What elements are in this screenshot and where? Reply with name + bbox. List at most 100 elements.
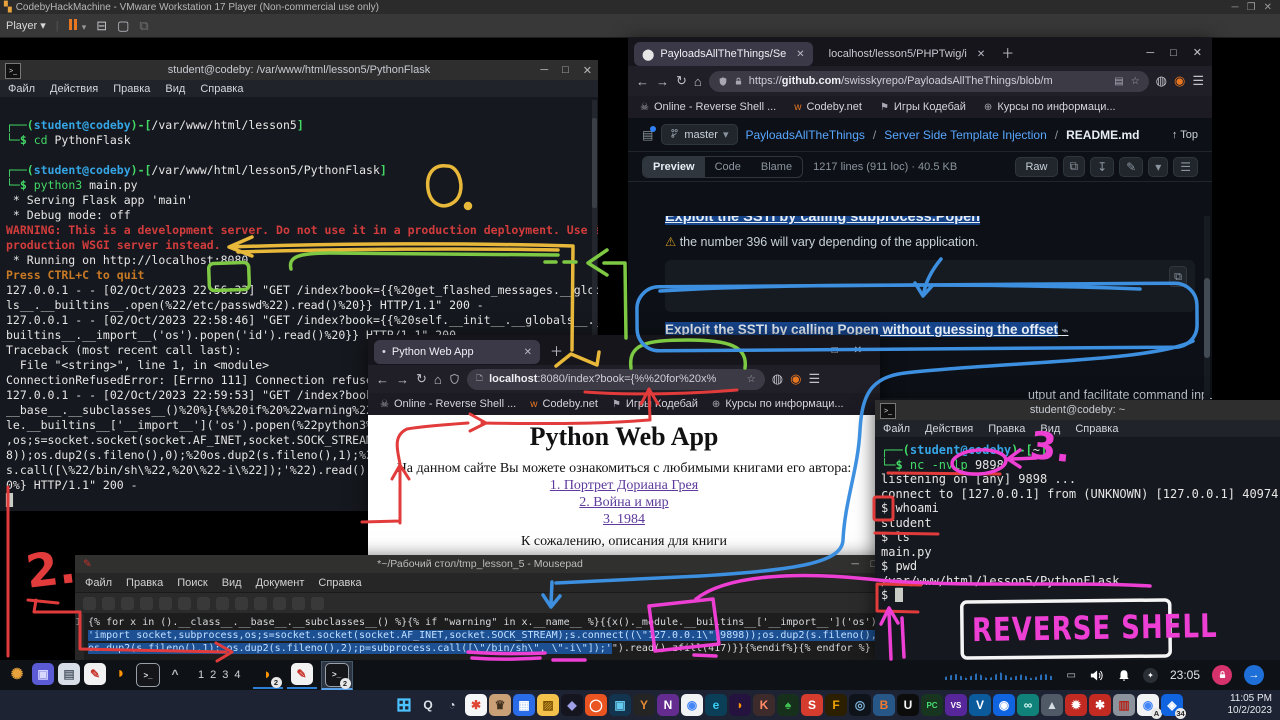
kali-menu-icon[interactable]: ✺ <box>6 663 28 685</box>
remote-desktop-icon[interactable]: ▥ <box>1113 694 1135 716</box>
reload-icon[interactable]: ↻ <box>416 371 427 387</box>
minimize-button[interactable]: ─ <box>540 64 548 76</box>
reader-view-icon[interactable]: ▤ <box>1114 76 1123 87</box>
color-wheel-icon[interactable]: ✱ <box>465 694 487 716</box>
lens-icon[interactable]: ◎ <box>849 694 871 716</box>
metasploit-icon[interactable]: ✹ <box>1065 694 1087 716</box>
terminal2-menu-4[interactable]: Справка <box>1075 423 1118 435</box>
visual-studio-icon[interactable]: VS <box>945 694 967 716</box>
terminal2-menu-2[interactable]: Правка <box>988 423 1025 435</box>
edit-pencil-icon[interactable]: ✎ <box>1119 157 1143 177</box>
breadcrumb-repo[interactable]: PayloadsAllTheThings <box>746 128 865 142</box>
search-icon[interactable] <box>273 597 286 610</box>
url-bar[interactable]: https://github.com/swisskyrepo/PayloadsA… <box>709 71 1149 92</box>
forward-icon[interactable]: → <box>396 372 409 387</box>
minimize-button[interactable]: ─ <box>852 558 859 570</box>
search-icon[interactable]: Q <box>417 694 439 716</box>
account-icon[interactable]: ◉ <box>790 371 801 387</box>
book-link-0[interactable]: 1. Портрет Дориана Грея <box>368 477 880 494</box>
goto-icon[interactable] <box>311 597 324 610</box>
bookmark-courses[interactable]: ⊕Курсы по информаци... <box>984 101 1116 113</box>
terminal1-titlebar[interactable]: >_ student@codeby: /var/www/html/lesson5… <box>0 60 598 80</box>
book-link-2[interactable]: 3. 1984 <box>368 511 880 528</box>
maximize-button[interactable]: □ <box>1170 47 1177 59</box>
terminal2-menu-0[interactable]: Файл <box>883 423 910 435</box>
tab-payloadsallthethings[interactable]: ⬤ PayloadsAllTheThings/Se ✕ <box>634 42 813 66</box>
flow-icon[interactable]: Y <box>633 694 655 716</box>
minimize-button[interactable]: ─ <box>808 345 815 356</box>
terminal2-menu-3[interactable]: Вид <box>1040 423 1060 435</box>
new-tab-button[interactable]: ＋ <box>1001 43 1014 62</box>
tab-close-icon[interactable]: ✕ <box>796 49 804 60</box>
mousepad-code[interactable]: {% for x in ().__class__.__base__.__subc… <box>84 614 885 662</box>
tracker-icon[interactable]: ◈34 <box>1161 694 1183 716</box>
open-icon[interactable] <box>102 597 115 610</box>
book-link-1[interactable]: 2. Война и мир <box>368 494 880 511</box>
github-scrollbar[interactable] <box>1204 216 1210 400</box>
account-icon[interactable]: ◉ <box>1174 73 1185 89</box>
mousepad-editor[interactable]: 1 {% for x in ().__class__.__base__.__su… <box>75 614 885 662</box>
tab-code[interactable]: Code <box>705 157 751 177</box>
mousepad-menu-3[interactable]: Вид <box>222 577 242 589</box>
replace-icon[interactable] <box>292 597 305 610</box>
close-icon[interactable] <box>159 597 172 610</box>
mousepad-menu-4[interactable]: Документ <box>256 577 305 589</box>
vscode-icon[interactable]: V <box>969 694 991 716</box>
vmware-minimize-button[interactable]: ─ <box>1232 2 1239 13</box>
firefox-icon[interactable]: ◗ <box>110 663 132 685</box>
bookmark-star-icon[interactable]: ☆ <box>1131 76 1140 87</box>
mousepad-titlebar[interactable]: ✎ *~/Рабочий стол/tmp_lesson_5 - Mousepa… <box>75 555 885 573</box>
more-options-icon[interactable]: ▾ <box>1148 157 1168 177</box>
workspace-1[interactable]: 2 <box>210 669 216 681</box>
home-icon[interactable]: ⌂ <box>434 372 442 387</box>
menu-icon[interactable]: ☰ <box>1192 73 1204 89</box>
power-manager-icon[interactable]: ✦ <box>1143 668 1158 683</box>
taskbar-mousepad-button[interactable]: ✎ <box>287 661 317 689</box>
portrait-icon[interactable]: ♛ <box>489 694 511 716</box>
bookmark-reverse-shell[interactable]: ☠Online - Reverse Shell ... <box>380 398 516 410</box>
pocket-icon[interactable]: ◍ <box>772 371 783 387</box>
blender-icon[interactable]: B <box>873 694 895 716</box>
back-icon[interactable]: ← <box>636 74 649 89</box>
terminal-icon[interactable]: >_ <box>136 663 160 687</box>
bookmark-codeby[interactable]: wCodeby.net <box>530 398 598 410</box>
tab-close-icon[interactable]: ✕ <box>524 347 532 358</box>
maximize-button[interactable]: □ <box>562 64 569 76</box>
mousepad-menu-5[interactable]: Справка <box>318 577 361 589</box>
cut-icon[interactable] <box>216 597 229 610</box>
plant-icon[interactable]: ♠ <box>777 694 799 716</box>
bookmark-courses[interactable]: ⊕Курсы по информаци... <box>712 398 844 410</box>
copy-icon[interactable] <box>235 597 248 610</box>
taskbar-terminal-button[interactable]: >_2 <box>321 661 353 690</box>
window-button-icon[interactable]: ▭ <box>1067 670 1076 681</box>
onenote-icon[interactable]: N <box>657 694 679 716</box>
sublime-icon[interactable]: S <box>801 694 823 716</box>
guest-clock[interactable]: 23:05 <box>1170 668 1200 682</box>
copy-icon[interactable]: ⧉ <box>1063 156 1086 177</box>
redo-icon[interactable] <box>197 597 210 610</box>
code-block-subclasses[interactable]: ⧉ {{''.__class__.mro()[1].__subclasses__… <box>665 260 1195 312</box>
workspaces-pager-icon[interactable]: ▣ <box>32 663 54 685</box>
terminal1-menu-0[interactable]: Файл <box>8 83 35 95</box>
taskbar-firefox-button[interactable]: ◗2 <box>253 661 283 689</box>
bookmark-reverse-shell[interactable]: ☠Online - Reverse Shell ... <box>640 101 776 113</box>
pocket-icon[interactable]: ◍ <box>1156 73 1167 89</box>
terminal1-menu-3[interactable]: Вид <box>165 83 185 95</box>
workspace-0[interactable]: 1 <box>198 669 204 681</box>
tab-preview[interactable]: Preview <box>643 157 705 177</box>
menu-icon[interactable]: ☰ <box>808 371 820 387</box>
teal-tool-icon[interactable]: ∞ <box>1017 694 1039 716</box>
save-icon[interactable] <box>121 597 134 610</box>
new-icon[interactable] <box>83 597 96 610</box>
edge-icon[interactable]: e <box>705 694 727 716</box>
outline-icon[interactable]: ☰ <box>1173 157 1198 177</box>
download-icon[interactable]: ↧ <box>1090 157 1114 177</box>
paste-icon[interactable] <box>254 597 267 610</box>
back-icon[interactable]: ← <box>376 372 389 387</box>
workspace-2[interactable]: 3 <box>222 669 228 681</box>
screen-lock-icon[interactable] <box>1212 665 1232 685</box>
new-tab-button[interactable]: ＋ <box>550 341 563 360</box>
close-button[interactable]: ✕ <box>1193 46 1202 59</box>
terminal1-menu-1[interactable]: Действия <box>50 83 98 95</box>
forward-icon[interactable]: → <box>656 74 669 89</box>
